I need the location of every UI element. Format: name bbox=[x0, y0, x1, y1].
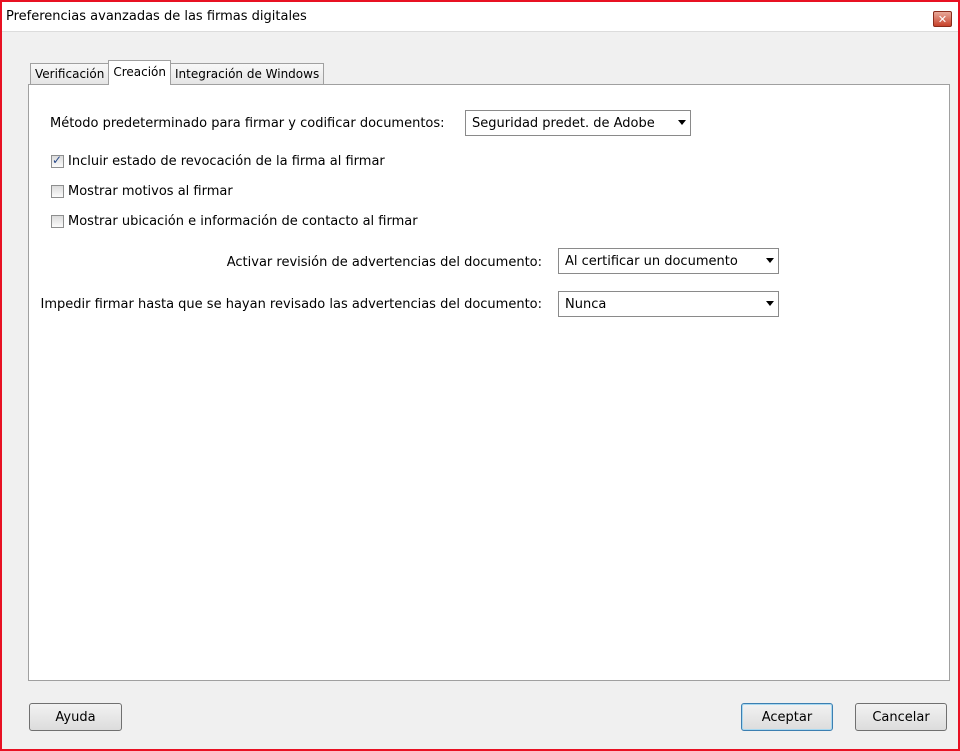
chevron-down-icon bbox=[766, 301, 774, 306]
checkbox-row-location[interactable]: Mostrar ubicación e información de conta… bbox=[51, 214, 418, 229]
prevent-signing-select[interactable]: Nunca bbox=[558, 291, 779, 317]
prevent-signing-row: Impedir firmar hasta que se hayan revisa… bbox=[41, 297, 543, 312]
warnings-review-select[interactable]: Al certificar un documento bbox=[558, 248, 779, 274]
revocation-label: Incluir estado de revocación de la firma… bbox=[68, 154, 385, 169]
default-method-value: Seguridad predet. de Adobe bbox=[472, 115, 655, 131]
tab-creacion[interactable]: Creación bbox=[108, 60, 171, 85]
cancel-button[interactable]: Cancelar bbox=[855, 703, 947, 731]
close-button[interactable]: ✕ bbox=[933, 11, 952, 27]
prevent-signing-value: Nunca bbox=[565, 296, 607, 312]
default-method-row: Método predeterminado para firmar y codi… bbox=[50, 116, 445, 131]
tab-strip: Verificación Creación Integración de Win… bbox=[30, 60, 325, 85]
reasons-checkbox[interactable] bbox=[51, 185, 64, 198]
tab-verificacion[interactable]: Verificación bbox=[30, 63, 110, 85]
creation-panel: Método predeterminado para firmar y codi… bbox=[28, 84, 950, 681]
checkbox-row-revocation[interactable]: Incluir estado de revocación de la firma… bbox=[51, 153, 385, 169]
revocation-checkbox[interactable] bbox=[51, 153, 64, 168]
ok-button[interactable]: Aceptar bbox=[741, 703, 833, 731]
close-icon: ✕ bbox=[937, 12, 948, 26]
warnings-review-row: Activar revisión de advertencias del doc… bbox=[227, 255, 542, 270]
chevron-down-icon bbox=[678, 120, 686, 125]
prevent-signing-label: Impedir firmar hasta que se hayan revisa… bbox=[40, 297, 543, 312]
checkbox-row-reasons[interactable]: Mostrar motivos al firmar bbox=[51, 184, 233, 199]
tab-integracion-windows[interactable]: Integración de Windows bbox=[170, 63, 325, 85]
default-method-label: Método predeterminado para firmar y codi… bbox=[50, 116, 445, 131]
warnings-review-label: Activar revisión de advertencias del doc… bbox=[226, 255, 542, 270]
default-method-select[interactable]: Seguridad predet. de Adobe bbox=[465, 110, 691, 136]
help-button[interactable]: Ayuda bbox=[29, 703, 122, 731]
window-title: Preferencias avanzadas de las firmas dig… bbox=[6, 9, 307, 24]
reasons-label: Mostrar motivos al firmar bbox=[68, 184, 233, 199]
location-label: Mostrar ubicación e información de conta… bbox=[68, 214, 418, 229]
warnings-review-value: Al certificar un documento bbox=[565, 253, 738, 269]
chevron-down-icon bbox=[766, 258, 774, 263]
title-bar: Preferencias avanzadas de las firmas dig… bbox=[2, 2, 958, 32]
location-checkbox[interactable] bbox=[51, 215, 64, 228]
